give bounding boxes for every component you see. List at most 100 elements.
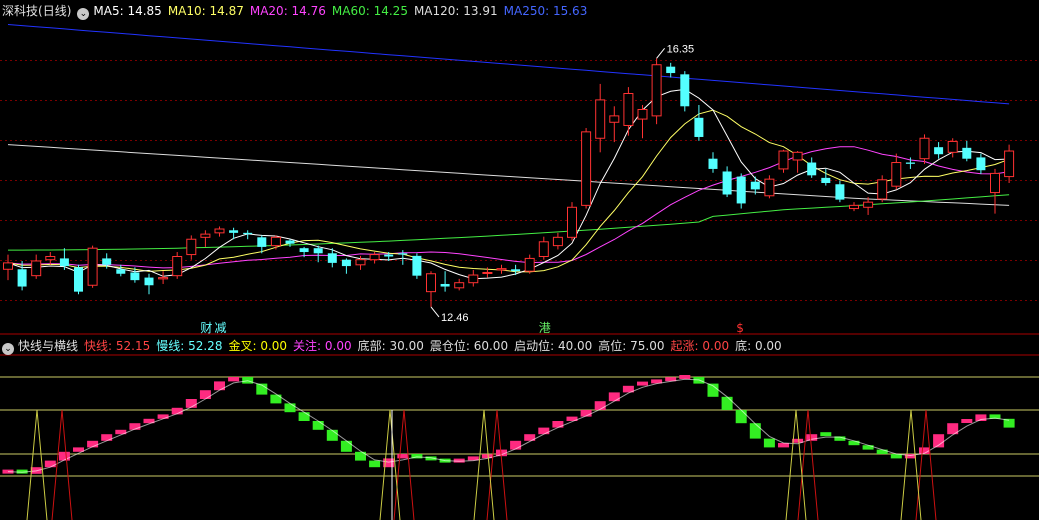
candle-body xyxy=(299,248,309,253)
candle-body xyxy=(313,248,323,254)
stock-name[interactable]: 深科技 xyxy=(2,4,38,18)
candle-body xyxy=(567,206,577,238)
candle-body xyxy=(158,277,169,280)
candle-body xyxy=(905,162,915,164)
candle-body xyxy=(172,255,183,277)
sub-legend: ⌄ 快线与横线 快线: 52.15 慢线: 52.28 金叉: 0.00 关注: 0.00… xyxy=(2,337,794,355)
candle-body xyxy=(877,179,888,200)
candle-body xyxy=(74,267,83,292)
candle-body xyxy=(835,184,845,200)
candle-body xyxy=(426,273,436,293)
candle-body xyxy=(666,66,676,74)
indicator-bar xyxy=(326,429,338,441)
ma-label: MA250: xyxy=(503,4,550,18)
ma-item: MA5: 14.85 xyxy=(93,4,161,18)
indicator-value: 60.00 xyxy=(469,339,509,353)
ma-label: MA5: xyxy=(93,4,124,18)
indicator-bar xyxy=(862,445,874,450)
toggle-main-icon[interactable]: ⌄ xyxy=(77,8,90,20)
indicator-bar xyxy=(848,440,860,446)
indicator-bar xyxy=(157,414,169,419)
indicator-bar xyxy=(608,392,620,402)
candle-body xyxy=(200,233,211,238)
indicator-bar xyxy=(214,381,225,391)
indicator-bar xyxy=(101,434,113,441)
indicator-name[interactable]: 快线与横线 xyxy=(18,339,78,353)
indicator-bar xyxy=(510,440,522,450)
main-legend: 深科技(日线) ⌄ MA5: 14.85 MA10: 14.87 MA20: 14.76… xyxy=(2,2,599,20)
indicator-value: 52.15 xyxy=(112,339,151,353)
candle-body xyxy=(511,269,521,272)
ma-value: 15.63 xyxy=(549,4,588,18)
ma-item: MA120: 13.91 xyxy=(414,4,498,18)
candle-body xyxy=(257,237,267,247)
candle-body xyxy=(722,171,732,195)
candle-body xyxy=(750,181,760,190)
indicator-label: 底部: xyxy=(357,339,386,353)
indicator-bar xyxy=(340,440,352,452)
signal-spike-red xyxy=(486,409,508,520)
toggle-sub-icon[interactable]: ⌄ xyxy=(2,343,14,355)
price-annotation: 12.46 xyxy=(441,312,469,324)
indicator-bar xyxy=(961,419,973,423)
ma-item: MA60: 14.25 xyxy=(332,4,408,18)
indicator-item: 底: 0.00 xyxy=(735,339,782,353)
indicator-bar xyxy=(876,449,888,454)
candle-body xyxy=(919,137,930,160)
candle-body xyxy=(708,158,718,169)
candle-body xyxy=(3,262,13,270)
candle-body xyxy=(270,236,281,247)
indicator-bar xyxy=(552,421,564,428)
indicator-value: 0.00 xyxy=(256,339,288,353)
candle-body xyxy=(454,282,465,289)
candle-body xyxy=(355,259,366,266)
candle-body xyxy=(807,162,817,176)
signal-spike-yellow xyxy=(473,409,495,520)
candle-body xyxy=(186,238,197,256)
indicator-bar xyxy=(721,396,733,410)
indicator-bar xyxy=(679,375,691,379)
candle-body xyxy=(934,147,944,155)
indicator-bar xyxy=(763,438,775,448)
candle-body xyxy=(229,230,239,233)
indicator-value: 40.00 xyxy=(554,339,593,353)
indicator-bar xyxy=(538,427,550,435)
indicator-label: 高位: xyxy=(598,339,627,353)
indicator-bar xyxy=(397,454,409,459)
indicator-bar xyxy=(228,377,240,382)
ma10-line xyxy=(7,109,1010,273)
candle-body xyxy=(623,93,634,126)
candle-body xyxy=(285,240,295,244)
signal-spike-yellow xyxy=(26,409,48,520)
candle-body xyxy=(45,255,56,261)
indicator-item: 高位: 75.00 xyxy=(598,339,664,353)
candle-body xyxy=(384,254,394,257)
indicator-value: 0.00 xyxy=(321,339,352,353)
ma-item: MA250: 15.63 xyxy=(504,4,588,18)
indicator-value: 52.28 xyxy=(184,339,223,353)
annotation-pointer xyxy=(430,306,440,318)
ma60-line xyxy=(8,194,1010,251)
indicator-bar xyxy=(735,410,747,424)
ma-value: 14.87 xyxy=(205,4,244,18)
indicator-bar xyxy=(284,403,296,413)
candle-body xyxy=(87,247,98,286)
stock-chart[interactable]: 16.35 12.46 财减 港 $ xyxy=(0,0,1039,520)
candle-body xyxy=(764,178,775,197)
indicator-bar xyxy=(453,458,465,463)
indicator-item: 金叉: 0.00 xyxy=(228,339,287,353)
candle-body xyxy=(637,108,648,120)
event-marker: 港 xyxy=(539,321,551,335)
indicator-label: 底: xyxy=(735,339,752,353)
candle-body xyxy=(369,254,380,261)
indicator-item: 关注: 0.00 xyxy=(293,339,352,353)
ma-label: MA60: xyxy=(331,4,370,18)
candle-body xyxy=(538,241,549,257)
candle-body xyxy=(412,255,422,276)
candle-body xyxy=(17,269,27,287)
indicator-values: 快线: 52.15 慢线: 52.28 金叉: 0.00 关注: 0.00 底部: 30… xyxy=(84,339,788,353)
indicator-label: 金叉: xyxy=(228,339,257,353)
candle-body xyxy=(680,74,690,107)
candle-body xyxy=(792,151,803,161)
indicator-item: 慢线: 52.28 xyxy=(156,339,222,353)
